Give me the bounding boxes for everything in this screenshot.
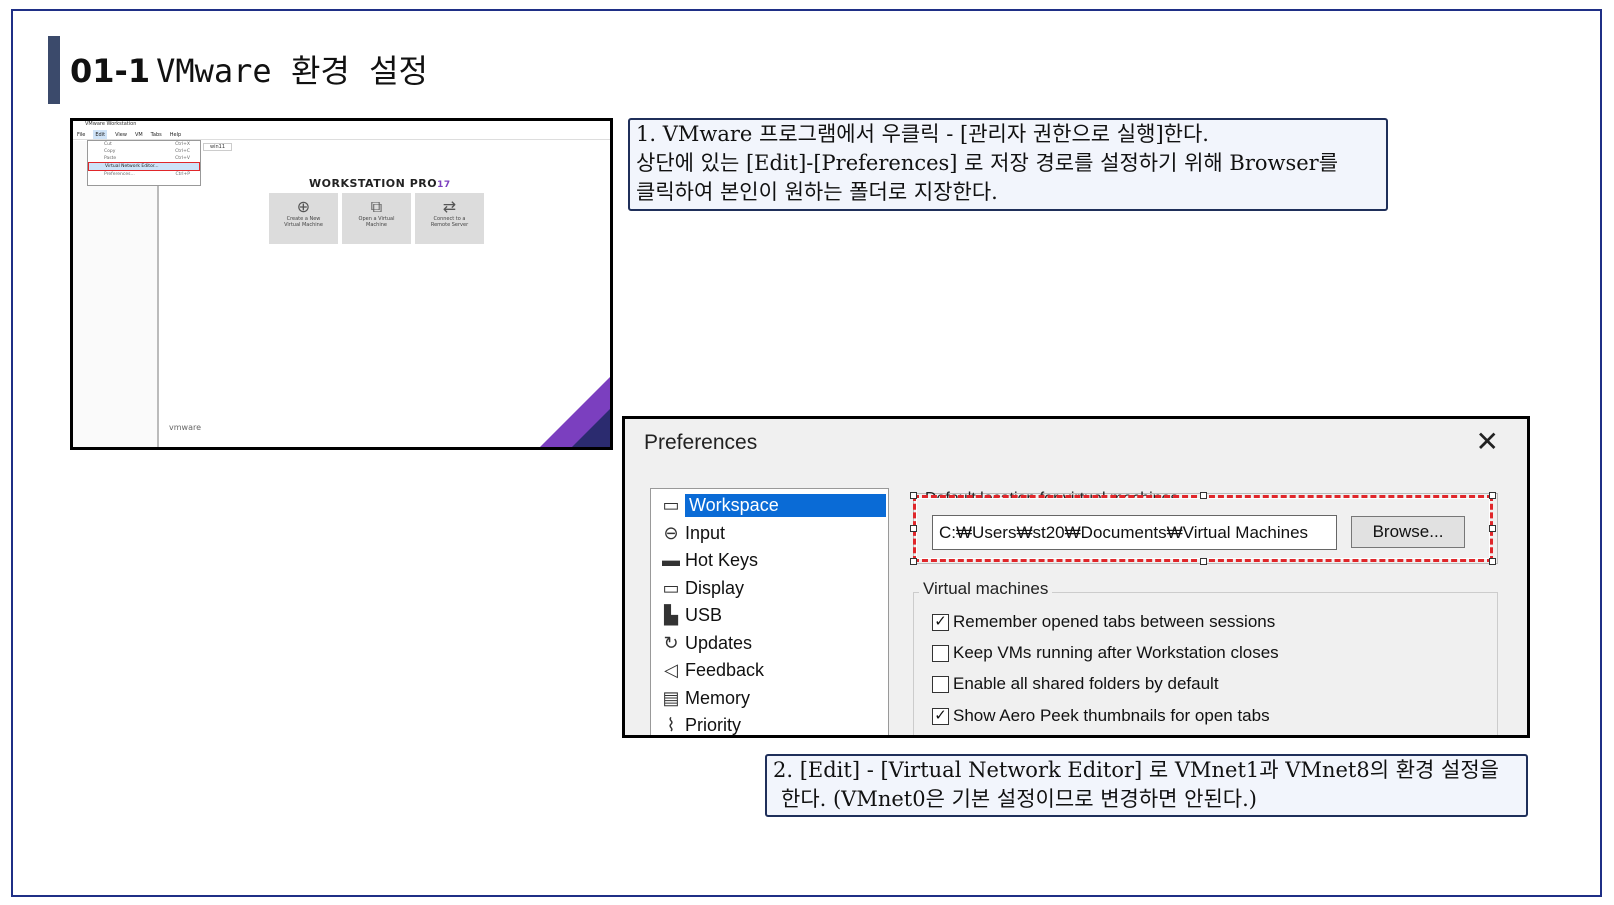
selection-handle [1200,558,1207,565]
virtual-machines-group-label: Virtual machines [919,579,1053,599]
vm-tab[interactable]: win11 [203,143,233,151]
pulse-icon: ⌇ [666,715,676,736]
edit-menu-copy[interactable]: Copy Ctrl+C [88,148,200,155]
instruction-note-2: 2. [Edit] - [Virtual Network Editor] 로 V… [765,754,1528,817]
keyboard-icon: ▬ [662,550,680,571]
category-display[interactable]: ▭ Display [651,575,888,603]
workstation-menubar: File Edit View VM Tabs Help [73,130,610,140]
selection-handle [910,558,917,565]
category-updates[interactable]: ↻ Updates [651,630,888,658]
decor-navy-triangle [572,409,610,447]
category-hot-keys[interactable]: ▬ Hot Keys [651,547,888,575]
selection-handle [910,525,917,532]
checkbox-checked-icon: ✓ [932,613,949,631]
note1-line3: 클릭하여 본인이 원하는 폴더로 지장한다. [636,180,998,204]
menu-edit[interactable]: Edit [93,130,108,139]
selection-handle [1200,492,1207,499]
memory-icon: ▤ [662,687,680,708]
note2-line2: 한다. (VMnet0은 기본 설정이므로 변경하면 안된다.) [781,787,1257,811]
checkbox-aero-peek[interactable]: ✓ Show Aero Peek thumbnails for open tabs [932,706,1270,726]
note1-line2: 상단에 있는 [Edit]-[Preferences] 로 저장 경로를 설정하… [636,151,1339,175]
mouse-icon: ⊖ [663,522,679,543]
note2-line1: 2. [Edit] - [Virtual Network Editor] 로 V… [773,758,1499,782]
selection-handle [910,492,917,499]
checkbox-keep-vms-running[interactable]: Keep VMs running after Workstation close… [932,643,1279,663]
close-icon[interactable]: ✕ [1476,425,1499,458]
slide-title: 01-1 VMware 환경 설정 [70,46,428,92]
plus-circle-icon: ⊕ [296,197,311,216]
workstation-screenshot: VMware Workstation File Edit View VM Tab… [70,118,613,450]
instruction-note-1: 1. VMware 프로그램에서 우클릭 - [관리자 권한으로 실행]한다. … [628,118,1388,211]
checkbox-enable-shared-folders[interactable]: Enable all shared folders by default [932,674,1219,694]
workstation-brand: WORKSTATION PRO17 [309,177,451,190]
category-priority[interactable]: ⌇ Priority [651,712,888,736]
checkbox-unchecked-icon [932,644,949,662]
edit-menu-virtual-network-editor[interactable]: Virtual Network Editor... [88,162,200,171]
category-input[interactable]: ⊖ Input [651,520,888,548]
checkbox-remember-tabs[interactable]: ✓ Remember opened tabs between sessions [932,612,1275,632]
selection-handle [1489,558,1496,565]
slide-title-number: 01-1 [70,52,151,90]
menu-help[interactable]: Help [170,130,181,139]
menu-vm[interactable]: VM [135,130,143,139]
checkbox-checked-icon: ✓ [932,707,949,725]
vmware-logo: vmware [169,423,202,432]
checkbox-unchecked-icon [932,675,949,693]
refresh-icon: ↻ [663,632,679,653]
usb-icon: ▙ [664,605,678,626]
category-memory[interactable]: ▤ Memory [651,685,888,713]
category-list: ▭ Workspace ⊖ Input ▬ Hot Keys ▭ Display ▙ US… [650,488,889,736]
slide-title-text: VMware 환경 설정 [156,52,428,90]
category-usb[interactable]: ▙ USB [651,602,888,630]
monitor-icon: ▭ [662,577,680,598]
selection-handle [1489,525,1496,532]
create-vm-tile[interactable]: ⊕ Create a New Virtual Machine [269,193,338,244]
connect-remote-tile[interactable]: ⇄ Connect to a Remote Server [415,193,484,244]
edit-menu-cut[interactable]: Cut Ctrl+X [88,141,200,148]
dialog-title: Preferences [644,431,758,454]
preferences-dialog: Preferences ✕ ▭ Workspace ⊖ Input ▬ Hot Key… [622,416,1530,738]
menu-tabs[interactable]: Tabs [151,130,162,139]
workspace-icon: ▭ [662,495,680,516]
menu-view[interactable]: View [115,130,127,139]
category-workspace[interactable]: ▭ Workspace [651,492,888,520]
edit-menu-paste[interactable]: Paste Ctrl+V [88,155,200,162]
edit-menu-dropdown: Cut Ctrl+X Copy Ctrl+C Paste Ctrl+V Virtual… [87,140,201,186]
title-accent-bar [48,36,60,104]
library-sidebar [73,141,159,447]
open-vm-tile[interactable]: ⧉ Open a Virtual Machine [342,193,411,244]
browse-button[interactable]: Browse... [1351,516,1465,548]
default-location-input[interactable]: C:₩Users₩st20₩Documents₩Virtual Machines [932,515,1337,550]
category-feedback[interactable]: ◁ Feedback [651,657,888,685]
swap-arrows-icon: ⇄ [442,197,457,216]
edit-menu-preferences[interactable]: Preferences... Ctrl+P [88,171,200,178]
menu-file[interactable]: File [77,130,85,139]
selection-handle [1489,492,1496,499]
open-external-icon: ⧉ [370,197,383,216]
workstation-window-title: VMware Workstation [85,121,137,127]
note1-line1: 1. VMware 프로그램에서 우클릭 - [관리자 권한으로 실행]한다. [636,122,1209,146]
megaphone-icon: ◁ [664,660,678,681]
